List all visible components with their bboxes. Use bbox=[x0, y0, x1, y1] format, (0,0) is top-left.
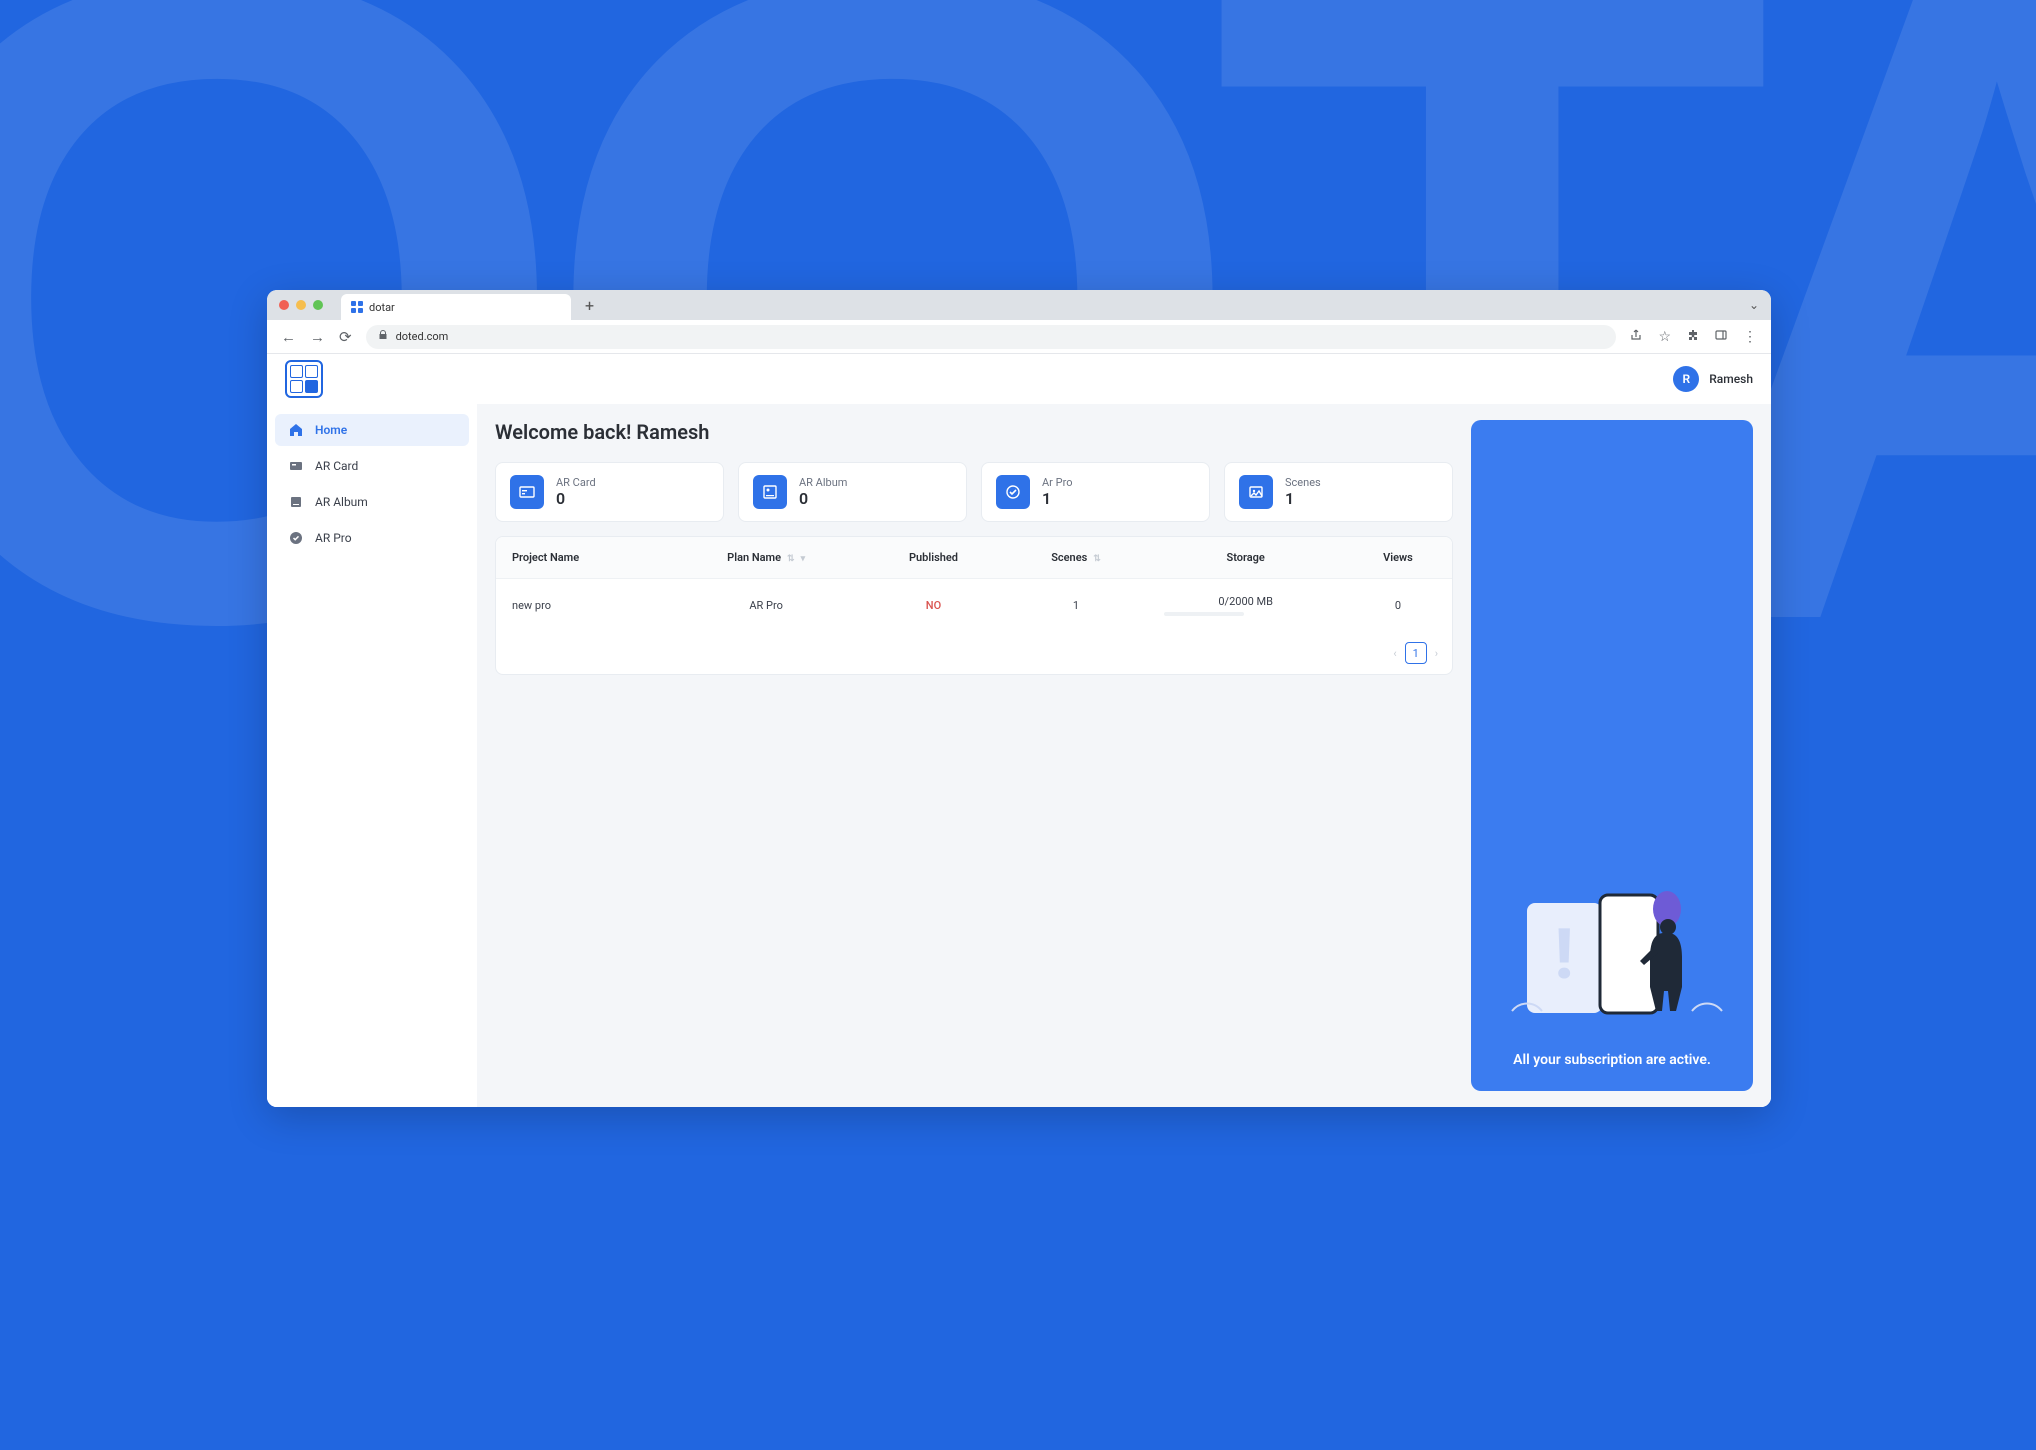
projects-table: Project Name Plan Name⇅▾ Published Scene… bbox=[495, 536, 1453, 675]
page-prev-button[interactable]: ‹ bbox=[1393, 647, 1396, 660]
col-project[interactable]: Project Name bbox=[496, 537, 670, 579]
url-field[interactable]: doted.com bbox=[366, 325, 1617, 349]
card-icon bbox=[289, 459, 303, 473]
cell-views: 0 bbox=[1344, 579, 1452, 633]
col-storage[interactable]: Storage bbox=[1148, 537, 1344, 579]
user-name: Ramesh bbox=[1709, 372, 1753, 386]
stat-label: AR Album bbox=[799, 476, 847, 489]
storage-bar bbox=[1164, 612, 1244, 616]
tab-title: dotar bbox=[369, 301, 395, 314]
stat-card-aralbum[interactable]: AR Album 0 bbox=[738, 462, 967, 522]
album-icon bbox=[289, 495, 303, 509]
sidebar-item-label: AR Album bbox=[315, 495, 368, 509]
reload-button[interactable]: ⟳ bbox=[339, 328, 352, 346]
home-icon bbox=[289, 423, 303, 437]
window-controls[interactable] bbox=[279, 300, 323, 310]
col-plan[interactable]: Plan Name⇅▾ bbox=[670, 537, 863, 579]
page-current[interactable]: 1 bbox=[1405, 642, 1427, 664]
promo-illustration: ! bbox=[1491, 883, 1733, 1033]
stat-label: Ar Pro bbox=[1042, 476, 1072, 489]
stat-card-arcard[interactable]: AR Card 0 bbox=[495, 462, 724, 522]
album-icon bbox=[753, 475, 787, 509]
app-body: Home AR Card AR Album bbox=[267, 404, 1771, 1107]
browser-tabbar: dotar + ⌄ bbox=[267, 290, 1771, 320]
page-next-button[interactable]: › bbox=[1435, 647, 1438, 660]
url-text: doted.com bbox=[396, 330, 449, 343]
main-column: Welcome back! Ramesh AR Card 0 bbox=[477, 404, 1771, 1107]
check-circle-icon bbox=[289, 531, 303, 545]
stat-value: 0 bbox=[799, 489, 847, 508]
app-topbar: R Ramesh bbox=[267, 354, 1771, 404]
stat-row: AR Card 0 AR Album 0 bbox=[495, 462, 1453, 522]
stat-value: 0 bbox=[556, 489, 596, 508]
browser-tab[interactable]: dotar bbox=[341, 294, 571, 320]
browser-window: dotar + ⌄ ← → ⟳ doted.com ☆ ⋮ bbox=[267, 290, 1771, 1107]
sidebar-item-home[interactable]: Home bbox=[275, 414, 469, 446]
col-scenes[interactable]: Scenes⇅ bbox=[1004, 537, 1147, 579]
minimize-window-icon[interactable] bbox=[296, 300, 306, 310]
promo-card: ! All your subscription are active. bbox=[1471, 420, 1753, 1091]
sidebar-item-label: AR Pro bbox=[315, 531, 352, 545]
cell-storage: 0/2000 MB bbox=[1148, 579, 1344, 633]
stat-label: AR Card bbox=[556, 476, 596, 489]
extensions-icon[interactable] bbox=[1687, 329, 1699, 345]
panel-icon[interactable] bbox=[1715, 329, 1727, 345]
sidebar-item-aralbum[interactable]: AR Album bbox=[275, 486, 469, 518]
sort-icon[interactable]: ⇅ bbox=[1093, 554, 1101, 564]
main-center: Welcome back! Ramesh AR Card 0 bbox=[495, 420, 1453, 1091]
app-logo[interactable] bbox=[285, 360, 323, 398]
stat-value: 1 bbox=[1285, 489, 1321, 508]
filter-icon[interactable]: ▾ bbox=[801, 554, 806, 564]
favicon-icon bbox=[351, 301, 363, 313]
table-row[interactable]: new pro AR Pro NO 1 0/2000 MB 0 bbox=[496, 579, 1452, 633]
browser-addressbar: ← → ⟳ doted.com ☆ ⋮ bbox=[267, 320, 1771, 354]
tabs-menu-button[interactable]: ⌄ bbox=[1749, 298, 1759, 312]
back-button[interactable]: ← bbox=[281, 328, 296, 346]
sidebar-item-arcard[interactable]: AR Card bbox=[275, 450, 469, 482]
bookmark-icon[interactable]: ☆ bbox=[1658, 329, 1671, 345]
stat-value: 1 bbox=[1042, 489, 1072, 508]
cell-plan: AR Pro bbox=[670, 579, 863, 633]
stat-card-scenes[interactable]: Scenes 1 bbox=[1224, 462, 1453, 522]
sidebar: Home AR Card AR Album bbox=[267, 404, 477, 1107]
image-icon bbox=[1239, 475, 1273, 509]
more-icon[interactable]: ⋮ bbox=[1743, 329, 1757, 345]
sidebar-item-arpro[interactable]: AR Pro bbox=[275, 522, 469, 554]
card-icon bbox=[510, 475, 544, 509]
table-header-row: Project Name Plan Name⇅▾ Published Scene… bbox=[496, 537, 1452, 579]
stat-label: Scenes bbox=[1285, 476, 1321, 489]
svg-text:!: ! bbox=[1554, 914, 1573, 996]
cell-scenes: 1 bbox=[1004, 579, 1147, 633]
lock-icon bbox=[378, 330, 388, 343]
check-badge-icon bbox=[996, 475, 1030, 509]
sort-icon[interactable]: ⇅ bbox=[787, 554, 795, 564]
close-window-icon[interactable] bbox=[279, 300, 289, 310]
col-published[interactable]: Published bbox=[862, 537, 1004, 579]
forward-button[interactable]: → bbox=[310, 328, 325, 346]
share-icon[interactable] bbox=[1630, 329, 1642, 345]
col-views[interactable]: Views bbox=[1344, 537, 1452, 579]
app-viewport: R Ramesh Home AR Card bbox=[267, 354, 1771, 1107]
stat-card-arpro[interactable]: Ar Pro 1 bbox=[981, 462, 1210, 522]
browser-action-icons: ☆ ⋮ bbox=[1630, 329, 1757, 345]
user-menu[interactable]: R Ramesh bbox=[1673, 366, 1753, 392]
welcome-heading: Welcome back! Ramesh bbox=[495, 420, 1453, 444]
avatar: R bbox=[1673, 366, 1699, 392]
promo-message: All your subscription are active. bbox=[1513, 1051, 1711, 1071]
sidebar-item-label: Home bbox=[315, 423, 347, 437]
pagination: ‹ 1 › bbox=[496, 632, 1452, 674]
new-tab-button[interactable]: + bbox=[585, 296, 594, 315]
cell-published: NO bbox=[862, 579, 1004, 633]
cell-project: new pro bbox=[496, 579, 670, 633]
maximize-window-icon[interactable] bbox=[313, 300, 323, 310]
sidebar-item-label: AR Card bbox=[315, 459, 358, 473]
